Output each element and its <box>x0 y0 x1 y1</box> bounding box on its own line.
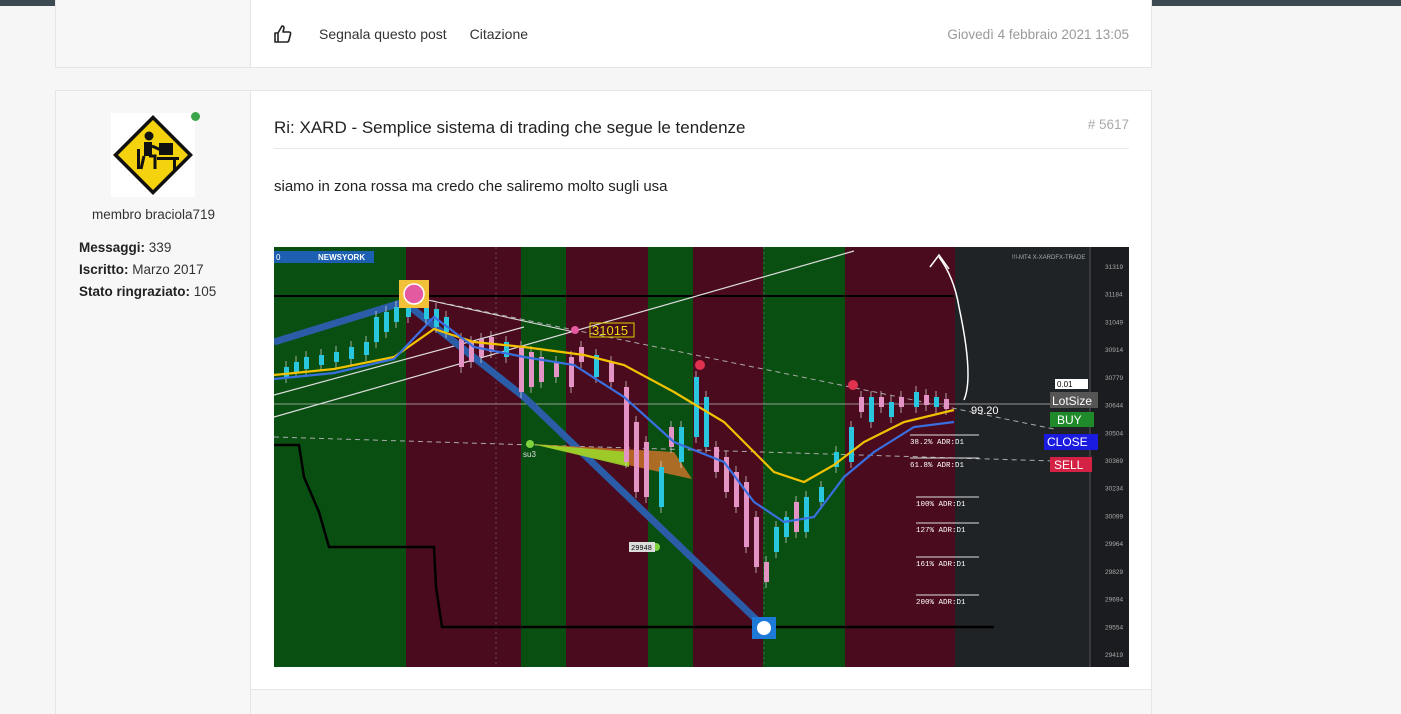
online-status-indicator <box>191 112 200 121</box>
candle-body <box>859 397 864 412</box>
post-body: siamo in zona rossa ma credo che salirem… <box>274 178 668 195</box>
adr-label: 38.2% ADR:D1 <box>910 439 965 447</box>
price-scale-label: 29964 <box>1105 541 1123 548</box>
candle-body <box>774 527 779 552</box>
candle-body <box>934 397 939 407</box>
author-username[interactable]: membro braciola719 <box>56 207 251 222</box>
candle-body <box>284 367 289 377</box>
candle-body <box>609 362 614 382</box>
candle-body <box>554 362 559 377</box>
price-scale-label: 29419 <box>1105 652 1123 659</box>
current-price-label: 99.20 <box>971 405 999 417</box>
price-scale-label: 31049 <box>1105 319 1123 326</box>
chart-image[interactable]: 0 NEWSYORK !!!-MT4 X-XARDFX-TRADE 31015 … <box>274 247 1129 667</box>
candle-body <box>374 317 379 342</box>
worker-at-desk-icon <box>113 115 193 195</box>
lot-size-value: 0.01 <box>1057 380 1073 389</box>
price-scale-label: 29554 <box>1105 624 1123 631</box>
chart-header-left: NEWSYORK <box>318 253 365 262</box>
stat-messages: Messaggi: 339 <box>79 240 172 255</box>
su-label: su3 <box>523 450 536 459</box>
low-price-label: 29948 <box>631 545 652 553</box>
candle-body <box>879 397 884 407</box>
lot-size-label: LotSize <box>1052 394 1092 408</box>
post-card: membro braciola719 Messaggi: 339 Iscritt… <box>55 90 1152 714</box>
post-date: Giovedì 4 febbraio 2021 13:05 <box>947 26 1129 42</box>
chart-zero-label: 0 <box>276 253 281 262</box>
price-scale-label: 31319 <box>1105 264 1123 271</box>
author-stats: Messaggi: 339 Iscritto: Marzo 2017 Stato… <box>79 237 216 303</box>
close-button: CLOSE <box>1047 435 1088 449</box>
candle-body <box>644 442 649 497</box>
post-actions-row: Segnala questo post Citazione Giovedì 4 … <box>251 0 1151 69</box>
candle-body <box>899 397 904 407</box>
candle-body <box>784 517 789 537</box>
price-scale-label: 30099 <box>1105 513 1123 520</box>
candle-body <box>819 487 824 502</box>
candle-body <box>304 357 309 369</box>
price-scale-label: 29829 <box>1105 569 1123 576</box>
candle-body <box>384 312 389 332</box>
report-post-link[interactable]: Segnala questo post <box>319 26 447 42</box>
candle-body <box>349 347 354 359</box>
adr-label: 200% ADR:D1 <box>916 599 966 607</box>
candle-body <box>849 427 854 462</box>
candle-body <box>704 397 709 447</box>
trading-chart: 0 NEWSYORK !!!-MT4 X-XARDFX-TRADE 31015 … <box>274 247 1129 667</box>
candle-body <box>754 517 759 567</box>
price-scale-label: 30779 <box>1105 375 1123 382</box>
candle-body <box>319 355 324 365</box>
post-title: Ri: XARD - Semplice sistema di trading c… <box>274 118 746 137</box>
candle-body <box>924 395 929 405</box>
chart-header-right: !!!-MT4 X-XARDFX-TRADE <box>1012 255 1085 261</box>
price-scale-label: 30504 <box>1105 430 1123 437</box>
price-scale-label: 29694 <box>1105 597 1123 604</box>
price-scale-label: 30234 <box>1105 486 1123 493</box>
previous-post-card: Segnala questo post Citazione Giovedì 4 … <box>55 0 1152 68</box>
price-scale-label: 30644 <box>1105 403 1123 410</box>
adr-label: 100% ADR:D1 <box>916 501 966 509</box>
candle-body <box>794 502 799 532</box>
sell-button: SELL <box>1054 458 1084 472</box>
stat-joined: Iscritto: Marzo 2017 <box>79 262 204 277</box>
previous-post-sidebar <box>56 0 251 67</box>
stat-thanked: Stato ringraziato: 105 <box>79 284 217 299</box>
candle-body <box>569 357 574 387</box>
candle-body <box>914 392 919 407</box>
candle-body <box>764 562 769 582</box>
quote-link[interactable]: Citazione <box>470 26 528 42</box>
candle-body <box>634 422 639 492</box>
price-scale-label: 30369 <box>1105 458 1123 465</box>
post-footer-strip <box>251 689 1151 714</box>
author-sidebar: membro braciola719 Messaggi: 339 Iscritt… <box>56 91 251 714</box>
thumbs-up-icon[interactable] <box>273 24 293 44</box>
level-label: 31015 <box>592 323 628 338</box>
candle-body <box>294 362 299 372</box>
adr-label: 161% ADR:D1 <box>916 561 966 569</box>
price-scale-label: 31184 <box>1105 292 1123 299</box>
candle-body <box>364 342 369 355</box>
post-number[interactable]: # 5617 <box>1088 117 1129 132</box>
candle-body <box>394 307 399 322</box>
candle-body <box>519 347 524 392</box>
candle-body <box>334 352 339 362</box>
buy-button: BUY <box>1057 413 1082 427</box>
avatar[interactable] <box>111 113 195 197</box>
adr-label: 127% ADR:D1 <box>916 527 966 535</box>
candle-body <box>889 402 894 417</box>
candle-body <box>869 397 874 422</box>
candle-body <box>659 467 664 507</box>
candle-body <box>459 339 464 367</box>
candle-body <box>804 497 809 532</box>
candle-body <box>944 399 949 409</box>
post-header: Ri: XARD - Semplice sistema di trading c… <box>274 111 1129 149</box>
price-scale-label: 30914 <box>1105 347 1123 354</box>
adr-label: 61.8% ADR:D1 <box>910 462 965 470</box>
